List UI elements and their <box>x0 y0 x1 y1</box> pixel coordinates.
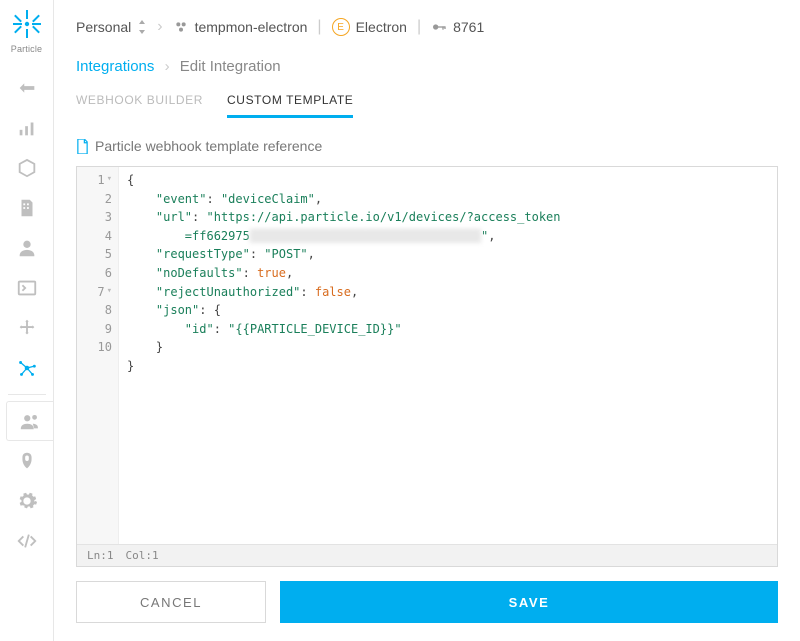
cancel-button[interactable]: Cancel <box>76 581 266 623</box>
logo-icon <box>11 8 43 40</box>
editor-statusbar: Ln:1 Col:1 <box>77 544 777 566</box>
breadcrumb-sep: | <box>317 18 321 36</box>
status-col-label: Col: <box>126 549 153 562</box>
sidebar-item-firmware[interactable] <box>0 308 54 348</box>
json-rejectunauth-value: false <box>315 285 351 299</box>
device-name: tempmon-electron <box>195 19 308 35</box>
json-url-token-vis: =ff662975 <box>185 229 250 243</box>
sidebar-item-team[interactable] <box>6 401 54 441</box>
sidebar-item-auth[interactable] <box>0 441 54 481</box>
breadcrumb-sep: | <box>417 18 421 36</box>
breadcrumb-integrations[interactable]: Integrations <box>76 58 154 75</box>
reference-link[interactable]: Particle webhook template reference <box>76 138 778 154</box>
key-code: 8761 <box>453 19 484 35</box>
sidebar-item-back[interactable] <box>0 68 54 108</box>
sidebar-item-user[interactable] <box>0 228 54 268</box>
save-button[interactable]: Save <box>280 581 778 623</box>
json-requesttype-value: POST <box>272 247 301 261</box>
key-icon <box>431 19 447 35</box>
breadcrumb-sep: › <box>165 58 170 75</box>
tab-custom-template[interactable]: Custom Template <box>227 93 353 118</box>
breadcrumb: Integrations › Edit Integration <box>76 58 778 75</box>
topbar: Personal › tempmon-electron | E Electron… <box>54 0 800 54</box>
updown-icon <box>137 20 147 34</box>
file-icon <box>76 139 89 154</box>
sidebar-item-settings[interactable] <box>0 481 54 521</box>
sidebar-item-sim[interactable] <box>0 188 54 228</box>
json-nodefaults-value: true <box>257 266 286 280</box>
code-editor[interactable]: 1▾ 2 3 4 5 6 7▾ 8 9 10 { "event": "devic… <box>76 166 778 567</box>
sidebar-item-integrations[interactable] <box>0 348 54 388</box>
status-col: 1 <box>152 549 159 562</box>
status-ln: 1 <box>107 549 114 562</box>
platform-name: Electron <box>356 19 407 35</box>
sidebar-divider <box>8 394 46 395</box>
json-id-value: {{PARTICLE_DEVICE_ID}} <box>235 322 394 336</box>
tabs: Webhook Builder Custom Template <box>76 93 778 118</box>
breadcrumb-sep: › <box>157 18 162 36</box>
json-url-token-redacted: ████████████████████████████████ <box>250 229 481 243</box>
sidebar: Particle <box>0 0 54 641</box>
platform-badge: E <box>332 18 350 36</box>
platform-crumb[interactable]: E Electron <box>332 18 407 36</box>
key-crumb[interactable]: 8761 <box>431 19 484 35</box>
scope-label: Personal <box>76 19 131 35</box>
tab-webhook-builder[interactable]: Webhook Builder <box>76 93 203 118</box>
reference-link-label: Particle webhook template reference <box>95 138 322 154</box>
breadcrumb-current: Edit Integration <box>180 58 281 75</box>
sidebar-item-box[interactable] <box>0 148 54 188</box>
action-bar: Cancel Save <box>76 581 778 623</box>
logo-label: Particle <box>11 44 42 54</box>
device-crumb[interactable]: tempmon-electron <box>173 19 308 35</box>
status-ln-label: Ln: <box>87 549 107 562</box>
json-event-value: deviceClaim <box>228 192 307 206</box>
device-group-icon <box>173 19 189 35</box>
sidebar-item-stats[interactable] <box>0 108 54 148</box>
editor-code[interactable]: { "event": "deviceClaim", "url": "https:… <box>119 167 777 544</box>
scope-selector[interactable]: Personal <box>76 19 147 35</box>
json-url-prefix: https://api.particle.io/v1/devices/?acce… <box>214 210 561 224</box>
main: Personal › tempmon-electron | E Electron… <box>54 0 800 641</box>
sidebar-item-console[interactable] <box>0 268 54 308</box>
editor-gutter: 1▾ 2 3 4 5 6 7▾ 8 9 10 <box>77 167 119 544</box>
sidebar-item-code[interactable] <box>0 521 54 561</box>
